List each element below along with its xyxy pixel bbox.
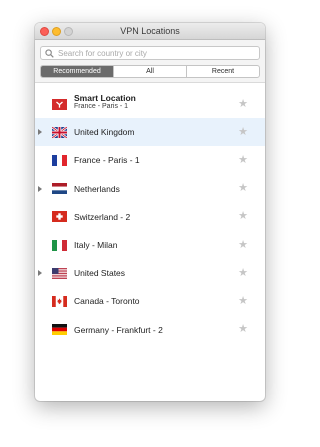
expand-arrow-icon[interactable] [38, 129, 42, 136]
location-filter-tabs: Recommended All Recent [40, 65, 260, 78]
germany-flag-icon [52, 324, 67, 336]
favorite-star-icon[interactable]: ★ [238, 154, 248, 166]
favorite-star-icon[interactable]: ★ [238, 239, 248, 251]
location-row-germany-frankfurt-2[interactable]: Germany - Frankfurt - 2 ★ [35, 316, 265, 344]
favorite-star-icon[interactable]: ★ [238, 295, 248, 307]
favorite-star-icon[interactable]: ★ [238, 98, 248, 110]
location-sublabel: France - Paris - 1 [74, 103, 129, 110]
location-label: Italy - Milan [74, 240, 118, 251]
location-row-france-paris-1[interactable]: France - Paris - 1 ★ [35, 146, 265, 174]
location-row-united-kingdom[interactable]: United Kingdom ★ [35, 118, 265, 147]
location-label: France - Paris - 1 [74, 155, 140, 166]
smart-location-icon [52, 98, 67, 110]
expand-arrow-icon[interactable] [38, 185, 42, 192]
location-row-switzerland-2[interactable]: Switzerland - 2 ★ [35, 203, 265, 231]
search-icon [45, 48, 54, 58]
location-label: Germany - Frankfurt - 2 [74, 324, 163, 335]
tab-recent[interactable]: Recent [186, 66, 259, 77]
expand-arrow-icon[interactable] [38, 270, 42, 277]
italy-flag-icon [52, 239, 67, 251]
location-row-smart-location[interactable]: Smart Location France - Paris - 1 ★ [35, 90, 265, 118]
smart-location-labels: Smart Location France - Paris - 1 [74, 93, 136, 111]
search-box[interactable] [40, 46, 260, 60]
favorite-star-icon[interactable]: ★ [238, 211, 248, 222]
netherlands-flag-icon [52, 183, 67, 195]
uk-flag-icon [52, 126, 67, 138]
location-label: United States [74, 268, 126, 279]
tab-recommended[interactable]: Recommended [41, 66, 113, 77]
favorite-star-icon[interactable]: ★ [238, 267, 248, 279]
location-label: Netherlands [74, 183, 120, 194]
tab-all[interactable]: All [113, 66, 186, 77]
location-row-united-states[interactable]: United States ★ [35, 259, 265, 287]
location-row-italy-milan[interactable]: Italy - Milan ★ [35, 231, 265, 259]
favorite-star-icon[interactable]: ★ [238, 126, 248, 138]
location-row-netherlands[interactable]: Netherlands ★ [35, 175, 265, 203]
switzerland-flag-icon [52, 211, 67, 223]
vpn-locations-window: VPN Locations Recommended All Recent [35, 23, 265, 401]
toolbar: Recommended All Recent [35, 40, 265, 83]
title-bar[interactable]: VPN Locations [35, 23, 265, 40]
location-label: Smart Location [74, 93, 136, 103]
location-label: Switzerland - 2 [74, 211, 131, 222]
canada-flag-icon [52, 295, 67, 307]
location-label: United Kingdom [74, 127, 135, 138]
favorite-star-icon[interactable]: ★ [238, 183, 248, 194]
france-flag-icon [52, 154, 67, 166]
location-list: Smart Location France - Paris - 1 ★ Unit… [35, 90, 265, 344]
location-label: Canada - Toronto [74, 296, 140, 307]
window-title: VPN Locations [120, 26, 180, 36]
us-flag-icon [52, 267, 67, 279]
location-row-canada-toronto[interactable]: Canada - Toronto ★ [35, 287, 265, 315]
favorite-star-icon[interactable]: ★ [238, 324, 248, 335]
search-input[interactable] [58, 47, 259, 59]
